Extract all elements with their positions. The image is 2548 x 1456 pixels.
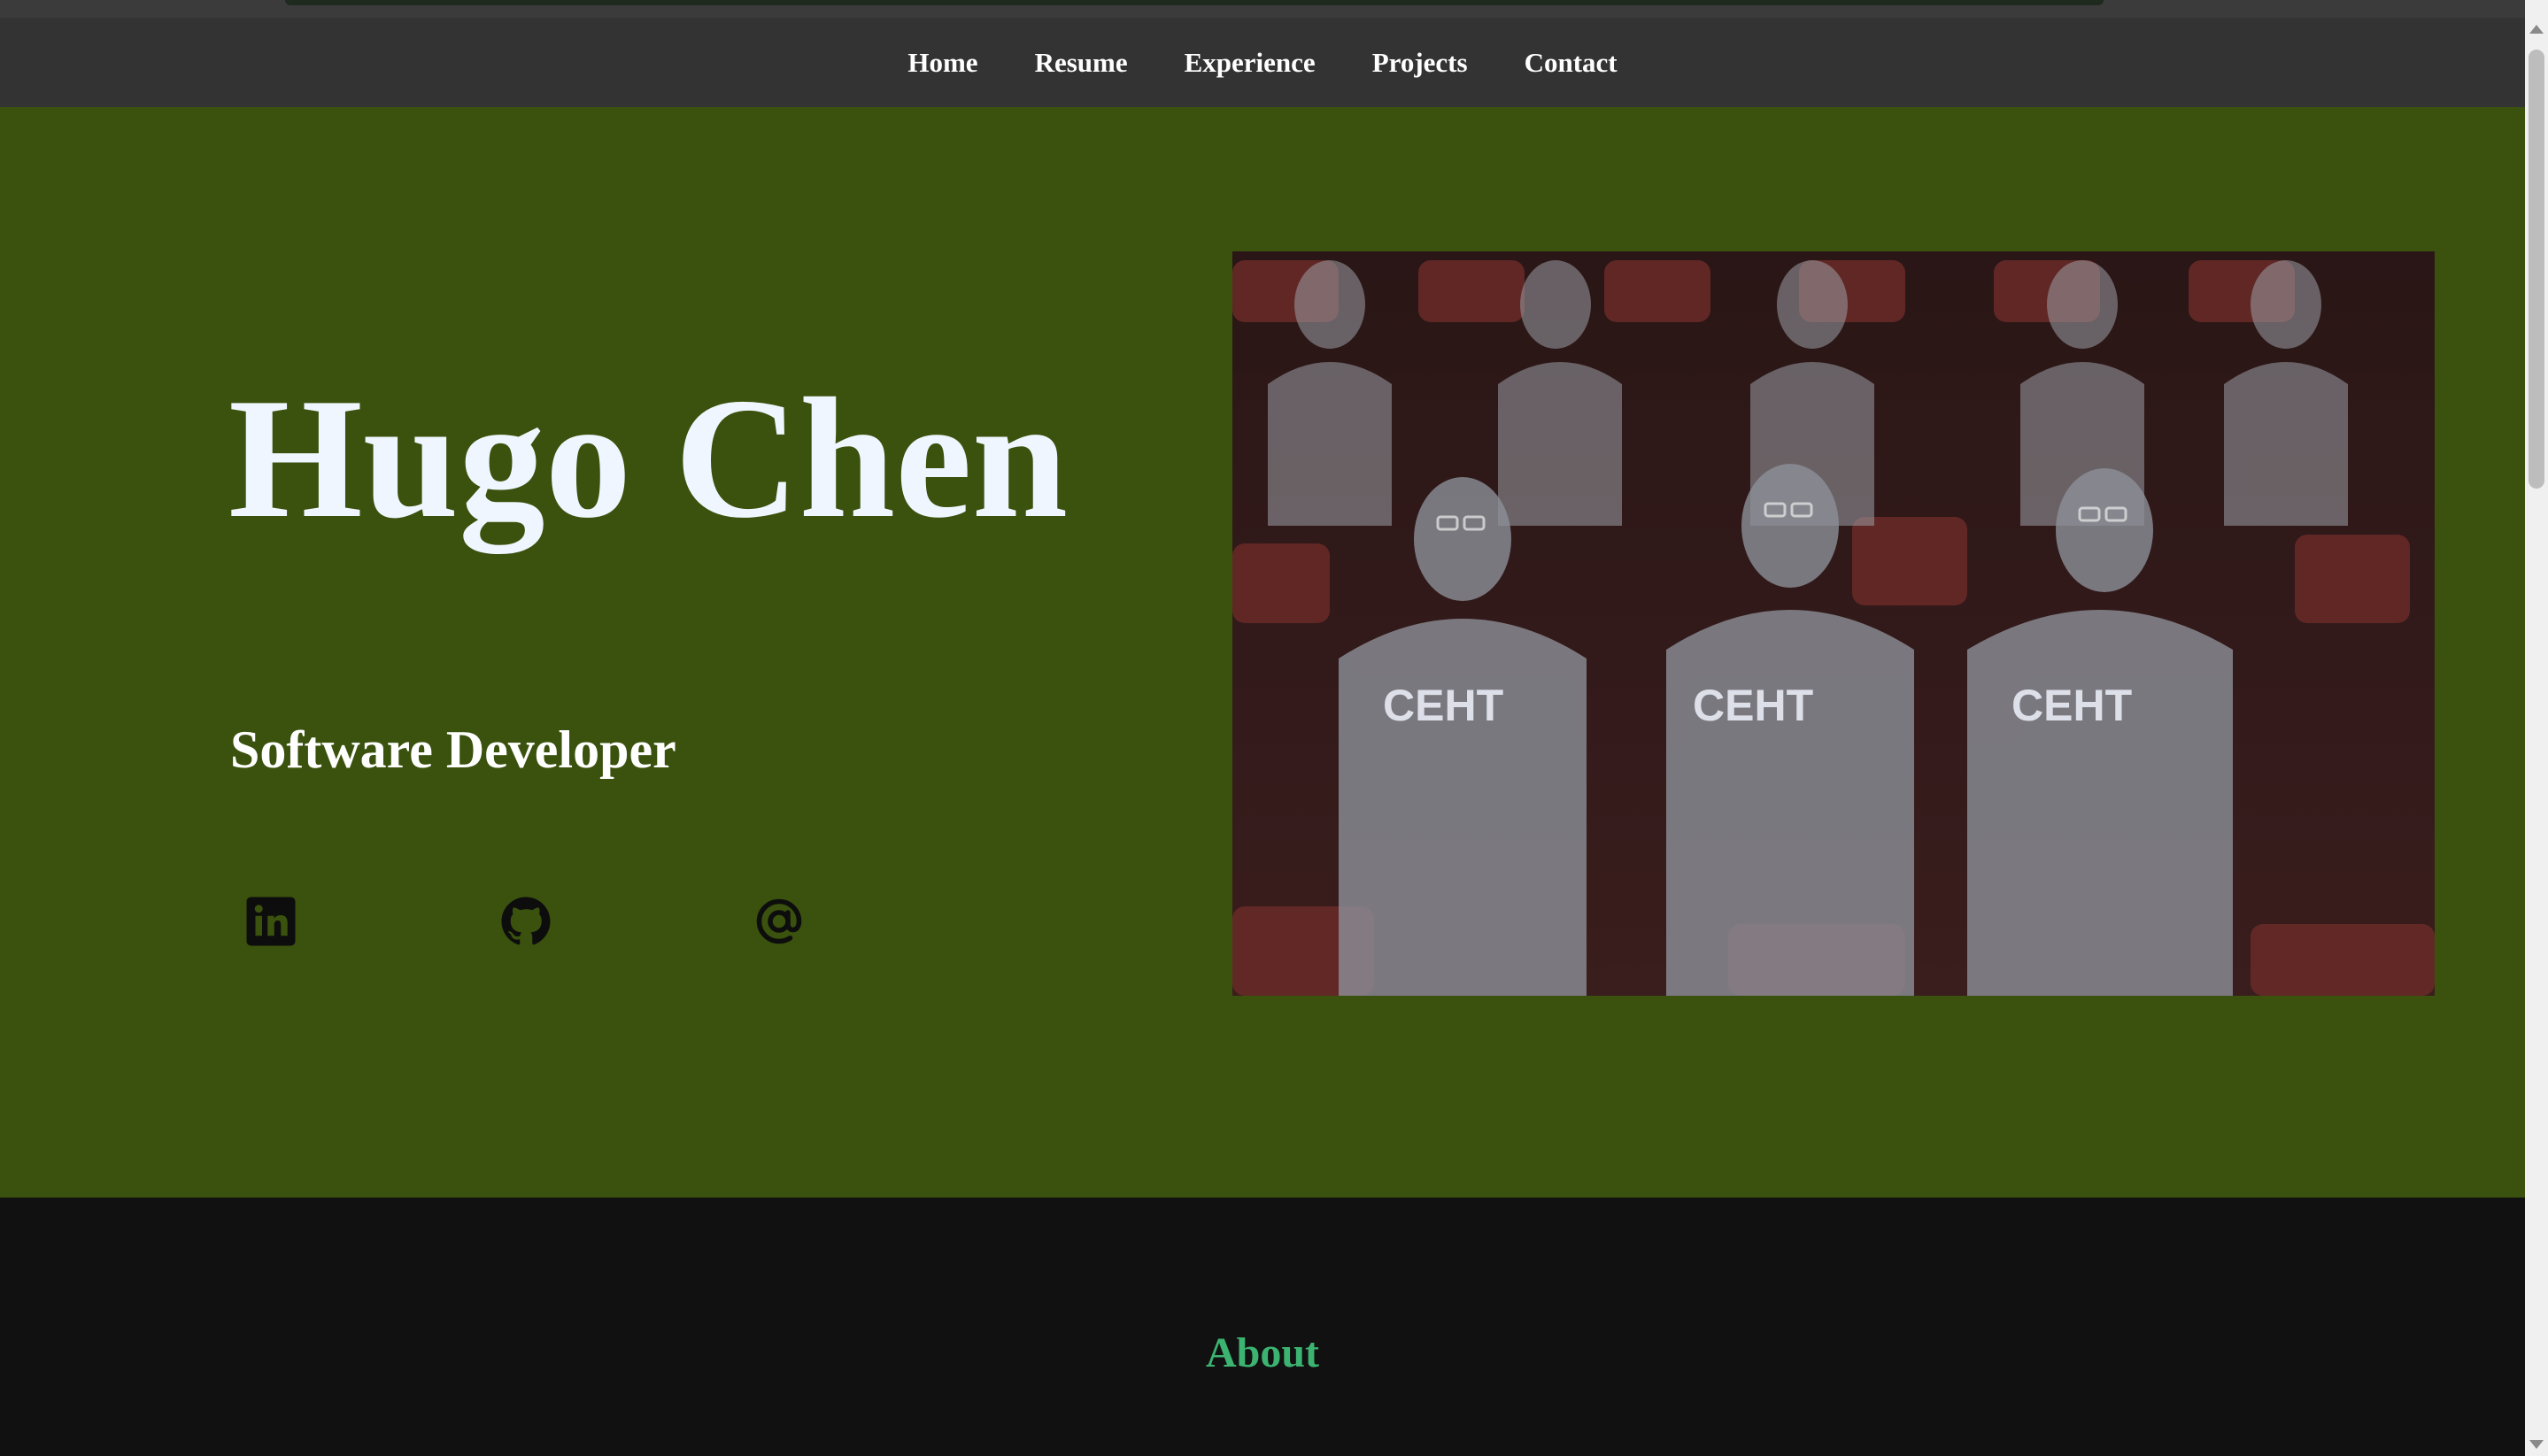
scroll-up-arrow-icon[interactable] [2529,25,2544,34]
profile-photo: CEHT CEHT CEHT [1232,251,2435,996]
nav-link-resume[interactable]: Resume [1035,47,1128,79]
nav-link-home[interactable]: Home [907,47,977,79]
scroll-thumb[interactable] [2529,50,2544,489]
svg-text:CEHT: CEHT [2011,681,2132,730]
svg-text:CEHT: CEHT [1693,681,1813,730]
hero-section: Hugo Chen Software Developer CEHT CEHT C… [0,107,2525,1198]
linkedin-icon [246,897,296,946]
scroll-down-arrow-icon[interactable] [2529,1440,2544,1449]
hero-role: Software Developer [230,720,676,779]
svg-text:CEHT: CEHT [1383,681,1503,730]
linkedin-link[interactable] [244,895,297,948]
about-section: About [0,1198,2525,1456]
email-link[interactable] [753,895,806,948]
about-title: About [1205,1329,1320,1376]
github-link[interactable] [499,895,552,948]
nav-link-projects[interactable]: Projects [1372,47,1468,79]
top-navbar: Home Resume Experience Projects Contact [0,18,2525,107]
page-scrollbar[interactable] [2525,0,2548,1456]
github-icon [501,897,551,945]
at-sign-icon [756,898,802,944]
address-bar-edge [285,0,2104,5]
nav-link-experience[interactable]: Experience [1185,47,1316,79]
hero-name: Hugo Chen [228,363,1069,554]
profile-photo-image: CEHT CEHT CEHT [1232,251,2435,996]
browser-top-strip [0,0,2525,18]
nav-link-contact[interactable]: Contact [1525,47,1618,79]
